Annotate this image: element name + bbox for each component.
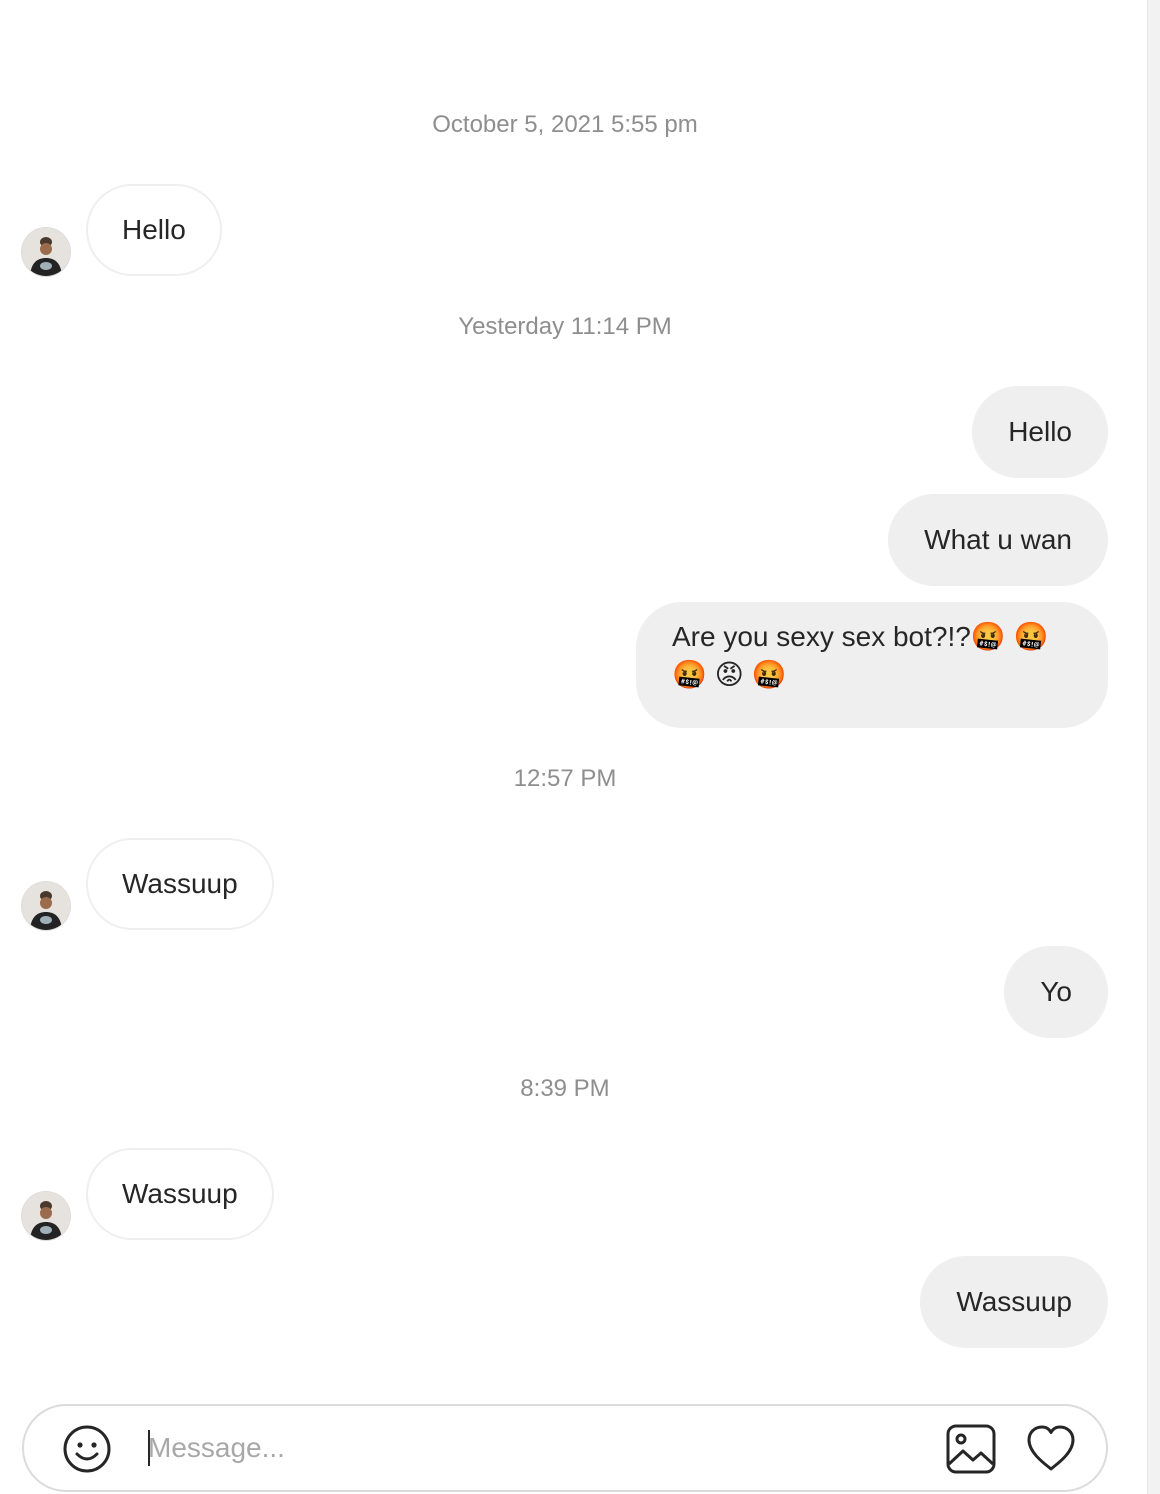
message-composer <box>22 1404 1108 1492</box>
message-input[interactable] <box>148 1422 908 1474</box>
incoming-message[interactable]: Wassuup <box>86 838 274 930</box>
image-upload-button[interactable] <box>944 1422 998 1476</box>
outgoing-message[interactable]: Hello <box>972 386 1108 478</box>
message-text: Hello <box>122 214 186 245</box>
message-text: Yo <box>1040 976 1072 1007</box>
text-cursor <box>148 1430 150 1466</box>
message-text: Hello <box>1008 416 1072 447</box>
message-text: Wassuup <box>122 868 238 899</box>
image-upload-icon <box>946 1424 996 1474</box>
contact-avatar[interactable] <box>22 882 70 930</box>
incoming-message[interactable]: Wassuup <box>86 1148 274 1240</box>
scrollbar[interactable] <box>1147 0 1160 1494</box>
outgoing-message[interactable]: Wassuup <box>920 1256 1108 1348</box>
contact-avatar[interactable] <box>22 1192 70 1240</box>
outgoing-message[interactable]: Yo <box>1004 946 1108 1038</box>
message-text: What u wan <box>924 524 1072 555</box>
avatar-photo-icon <box>22 1192 70 1240</box>
heart-icon <box>1027 1425 1075 1471</box>
outgoing-message[interactable]: Are you sexy sex bot?!?🤬 🤬 🤬 😡 🤬 <box>636 602 1108 728</box>
avatar-photo-icon <box>22 882 70 930</box>
outgoing-message[interactable]: What u wan <box>888 494 1108 586</box>
emoji-button[interactable] <box>62 1424 112 1474</box>
avatar-photo-icon <box>22 228 70 276</box>
message-text: Wassuup <box>122 1178 238 1209</box>
like-button[interactable] <box>1024 1422 1078 1476</box>
chat-thread: October 5, 2021 5:55 pm Hello Yesterday … <box>0 0 1147 1494</box>
timestamp-divider: 8:39 PM <box>520 1075 610 1102</box>
message-text: Are you sexy sex bot?!?🤬 🤬 🤬 😡 🤬 <box>672 621 1049 690</box>
timestamp-divider: October 5, 2021 5:55 pm <box>432 111 698 138</box>
emoji-smile-icon <box>63 1425 111 1473</box>
timestamp-divider: Yesterday 11:14 PM <box>458 313 672 340</box>
message-text: Wassuup <box>956 1286 1072 1317</box>
timestamp-divider: 12:57 PM <box>513 765 617 792</box>
contact-avatar[interactable] <box>22 228 70 276</box>
incoming-message[interactable]: Hello <box>86 184 222 276</box>
